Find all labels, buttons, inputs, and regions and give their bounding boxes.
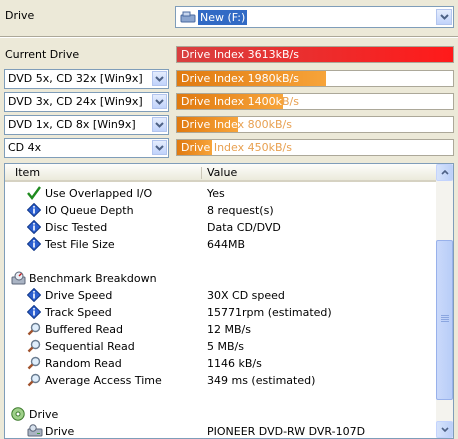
list-item-value: 12 MB/s [207,323,251,336]
current-drive-index-bar: Drive Index 3613kB/s [176,46,454,63]
list-item-label: Drive [45,425,75,438]
list-item[interactable]: Drive PIONEER DVD-RW DVR-107D [5,423,436,438]
benchmark-icon [11,271,26,285]
drive-select-dropdown-button[interactable] [436,9,452,25]
list-item-value: 349 ms (estimated) [207,374,316,387]
info-diamond-icon [26,304,42,320]
drive-select-value: New (F:) [196,9,249,26]
reference-drive-dropdown-button[interactable] [152,140,167,155]
list-item-label: IO Queue Depth [45,204,134,217]
list-item[interactable]: Disc Tested Data CD/DVD [5,219,436,236]
reference-drive-select-4[interactable]: CD 4x [4,138,169,158]
list-item-value: PIONEER DVD-RW DVR-107D [207,425,366,438]
list-item-value: 8 request(s) [207,204,274,217]
reference-drive-index-text: Drive Index 1980kB/s [181,72,299,85]
chevron-down-icon [155,121,164,128]
list-item-label: Test File Size [45,238,115,251]
list-item-label: Average Access Time [45,374,162,387]
magnifier-icon [27,356,41,370]
reference-drive-select-value: CD 4x [8,141,42,154]
reference-drive-select-value: DVD 3x, CD 24x [Win9x] [8,95,143,108]
list-item[interactable]: IO Queue Depth 8 request(s) [5,202,436,219]
list-item-value: Data CD/DVD [207,221,281,234]
list-item[interactable]: Track Speed 15771rpm (estimated) [5,304,436,321]
reference-drive-index-bar-3: Drive Index 800kB/sDrive Index 800kB/s [176,116,454,133]
reference-drive-index-text: Drive Index 1400kB/s [181,95,283,108]
chevron-down-icon [440,427,449,432]
drive-icon [27,424,43,438]
list-item[interactable]: Use Overlapped I/O Yes [5,185,436,202]
chevron-down-icon [155,75,164,82]
magnifier-icon [27,339,41,353]
list-item-label: Buffered Read [45,323,124,336]
chevron-down-icon [155,144,164,151]
info-diamond-icon [26,202,42,218]
reference-drive-select-2[interactable]: DVD 3x, CD 24x [Win9x] [4,92,169,112]
list-item-label: Track Speed [45,306,112,319]
chevron-up-icon [440,170,449,175]
list-item[interactable] [5,389,436,406]
column-item[interactable]: Item [15,166,40,179]
list-item-value: 644MB [207,238,246,251]
checkmark-icon [27,186,41,200]
scroll-up-button[interactable] [436,164,453,181]
list-item-label: Drive [29,408,59,421]
list-header: Item Value [5,164,436,182]
list-item-label: Random Read [45,357,122,370]
reference-drive-index-text: Drive Index 800kB/s [181,118,238,131]
drive-select[interactable]: New (F:) [175,6,454,28]
reference-drive-index-bar-4: Drive Index 450kB/sDrive Index 450kB/s [176,139,454,156]
chevron-down-icon [155,98,164,105]
list-item-label: Sequential Read [45,340,135,353]
list-item[interactable]: Test File Size 644MB [5,236,436,253]
info-diamond-icon [26,287,42,303]
reference-drive-select-value: DVD 5x, CD 32x [Win9x] [8,72,143,85]
reference-drive-dropdown-button[interactable] [152,94,167,109]
reference-drive-index-text-overflow: Drive Index 800kB/s [238,118,292,131]
list-item-value: Yes [207,187,225,200]
reference-drive-index-text: Drive Index 450kB/s [181,141,212,154]
list-item-label: Drive Speed [45,289,113,302]
column-value[interactable]: Value [207,166,237,179]
reference-drive-index-text-overflow: Drive Index 450kB/s [212,141,292,154]
list-item[interactable] [5,253,436,270]
disc-icon [11,407,25,421]
vertical-scrollbar[interactable] [436,164,453,438]
info-diamond-icon [26,236,42,252]
list-item[interactable]: Drive [5,406,436,423]
reference-drive-select-3[interactable]: DVD 1x, CD 8x [Win9x] [4,115,169,135]
list-item[interactable]: Buffered Read 12 MB/s [5,321,436,338]
list-item-label: Disc Tested [45,221,108,234]
list-item[interactable]: Sequential Read 5 MB/s [5,338,436,355]
magnifier-icon [27,322,41,336]
results-list[interactable]: Item Value Use Overlapped I/O Yes IO Queue… [4,163,454,439]
list-item-value: 15771rpm (estimated) [207,306,332,319]
magnifier-icon [27,373,41,387]
list-item-value: 5 MB/s [207,340,244,353]
reference-drive-index-bar-1: Drive Index 1980kB/sDrive Index 1980kB/s [176,70,454,87]
list-item-value: 1146 kB/s [207,357,262,370]
reference-drive-dropdown-button[interactable] [152,117,167,132]
scroll-thumb[interactable] [436,240,453,400]
reference-drive-index-text-overflow: Drive Index 1400kB/s [283,95,299,108]
list-item[interactable]: Benchmark Breakdown [5,270,436,287]
list-item[interactable]: Average Access Time 349 ms (estimated) [5,372,436,389]
info-diamond-icon [26,219,42,235]
list-item-label: Use Overlapped I/O [45,187,153,200]
list-item-value: 30X CD speed [207,289,285,302]
chevron-down-icon [439,14,449,20]
reference-drive-dropdown-button[interactable] [152,71,167,86]
list-item[interactable]: Random Read 1146 kB/s [5,355,436,372]
reference-drive-index-bar-2: Drive Index 1400kB/sDrive Index 1400kB/s [176,93,454,110]
current-drive-index-text: Drive Index 3613kB/s [181,48,299,61]
list-item-label: Benchmark Breakdown [29,272,157,285]
drive-icon [180,11,196,23]
drive-label: Drive [5,9,35,22]
current-drive-label: Current Drive [5,48,80,61]
reference-drive-select-1[interactable]: DVD 5x, CD 32x [Win9x] [4,69,169,89]
scroll-down-button[interactable] [436,421,453,438]
reference-drive-select-value: DVD 1x, CD 8x [Win9x] [8,118,136,131]
list-item[interactable]: Drive Speed 30X CD speed [5,287,436,304]
